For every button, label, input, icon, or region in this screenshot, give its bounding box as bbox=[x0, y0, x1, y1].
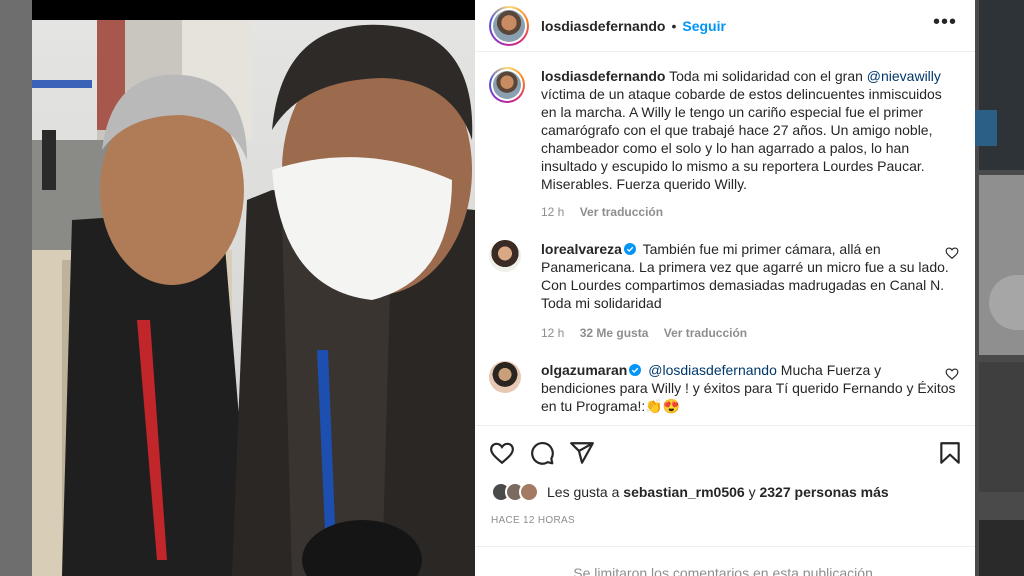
comment-translate-link[interactable]: Ver traducción bbox=[664, 326, 747, 340]
caption-translate-link[interactable]: Ver traducción bbox=[580, 205, 663, 219]
comment-likes[interactable]: 32 Me gusta bbox=[580, 326, 649, 340]
commenter-avatar[interactable] bbox=[489, 240, 521, 272]
caption-time[interactable]: 12 h bbox=[541, 205, 564, 219]
liker-avatars[interactable] bbox=[491, 482, 539, 502]
post-modal: losdiasdefernando • Seguir ••• losdiasde… bbox=[32, 0, 975, 576]
comment-item: olgazumaran @losdiasdefernando Mucha Fue… bbox=[489, 361, 959, 415]
like-heart-icon[interactable] bbox=[489, 440, 515, 466]
caption: losdiasdefernando Toda mi solidaridad co… bbox=[489, 67, 959, 221]
comment-username[interactable]: lorealvareza bbox=[541, 241, 622, 257]
follow-button[interactable]: Seguir bbox=[682, 18, 726, 34]
likes-count[interactable]: 2327 personas más bbox=[759, 484, 888, 500]
verified-icon bbox=[629, 364, 642, 376]
comment-emoji: 👏😍 bbox=[645, 398, 681, 414]
caption-avatar[interactable] bbox=[489, 67, 525, 103]
heart-icon[interactable] bbox=[945, 246, 959, 260]
caption-username[interactable]: losdiasdefernando bbox=[541, 68, 665, 84]
bookmark-icon[interactable] bbox=[937, 440, 963, 466]
caption-text-end: víctima de un ataque cobarde de estos de… bbox=[541, 86, 942, 192]
comment-icon[interactable] bbox=[529, 440, 555, 466]
author-username[interactable]: losdiasdefernando bbox=[541, 18, 665, 34]
post-side-panel: losdiasdefernando • Seguir ••• losdiasde… bbox=[475, 0, 975, 576]
verified-icon bbox=[623, 243, 636, 255]
likes-user[interactable]: sebastian_rm0506 bbox=[623, 484, 744, 500]
heart-icon[interactable] bbox=[945, 367, 959, 381]
caption-text-start: Toda mi solidaridad con el gran bbox=[669, 68, 867, 84]
post-actions: Les gusta a sebastian_rm0506 y 2327 pers… bbox=[475, 425, 975, 565]
header-separator: • bbox=[671, 17, 677, 34]
share-icon[interactable] bbox=[569, 440, 595, 466]
comment-mention[interactable]: @losdiasdefernando bbox=[648, 362, 777, 378]
comment-username[interactable]: olgazumaran bbox=[541, 362, 627, 378]
comments-limited-notice: Se limitaron los comentarios en esta pub… bbox=[475, 546, 975, 576]
post-photo bbox=[32, 0, 475, 576]
likes-middle: y bbox=[748, 484, 756, 500]
caption-mention[interactable]: @nievawilly bbox=[867, 68, 941, 84]
comment-item: lorealvareza También fue mi primer cámar… bbox=[489, 240, 959, 342]
likes-prefix: Les gusta a bbox=[547, 484, 620, 500]
comments-list: losdiasdefernando Toda mi solidaridad co… bbox=[475, 53, 975, 424]
commenter-avatar[interactable] bbox=[489, 361, 521, 393]
backdrop-right bbox=[975, 0, 1024, 576]
comment-time[interactable]: 12 h bbox=[541, 326, 564, 340]
backdrop-left bbox=[0, 0, 32, 576]
author-avatar[interactable] bbox=[489, 5, 529, 46]
post-time-ago[interactable]: HACE 12 HORAS bbox=[491, 515, 575, 526]
post-header: losdiasdefernando • Seguir ••• bbox=[475, 0, 975, 52]
likes-summary: Les gusta a sebastian_rm0506 y 2327 pers… bbox=[491, 482, 889, 502]
more-icon[interactable]: ••• bbox=[933, 12, 957, 32]
post-photo-image bbox=[32, 20, 475, 576]
